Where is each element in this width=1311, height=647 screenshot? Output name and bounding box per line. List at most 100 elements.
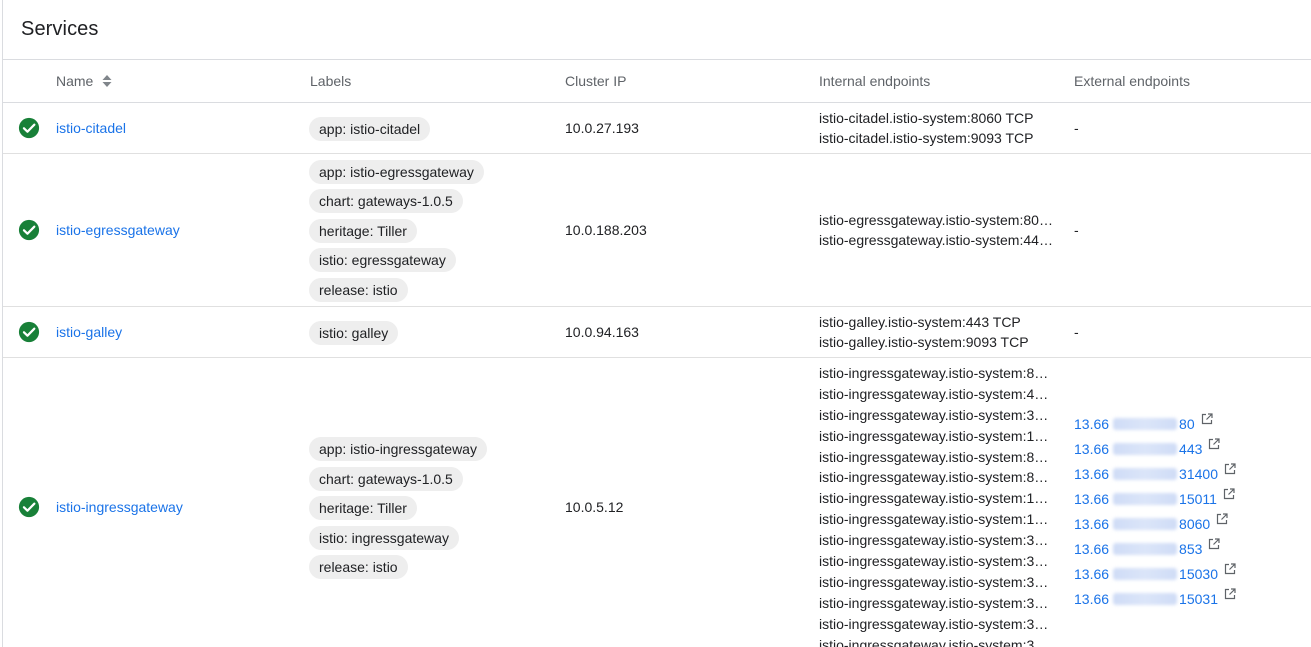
- internal-endpoint: istio-ingressgateway.istio-system:31853 …: [819, 636, 1056, 647]
- table-row: istio-citadel app: istio-citadel 10.0.27.1…: [3, 103, 1311, 154]
- open-in-new-icon[interactable]: [1208, 433, 1221, 458]
- external-endpoints-empty: -: [1074, 221, 1079, 238]
- column-header-cluster-ip: Cluster IP: [565, 73, 627, 89]
- column-header-name[interactable]: Name: [56, 73, 113, 91]
- internal-endpoint: istio-ingressgateway.istio-system:31060 …: [819, 615, 1056, 632]
- external-endpoint-port: 15011: [1179, 491, 1217, 507]
- internal-endpoint: istio-ingressgateway.istio-system:30011 …: [819, 594, 1056, 611]
- cluster-ip: 10.0.188.203: [565, 221, 647, 238]
- redacted-ip-segment: [1113, 593, 1178, 605]
- internal-endpoint: istio-ingressgateway.istio-system:15030 …: [819, 490, 1056, 507]
- external-endpoint-prefix: 13.66: [1074, 491, 1110, 507]
- external-endpoint-prefix: 13.66: [1074, 416, 1110, 432]
- cluster-ip: 10.0.27.193: [565, 119, 639, 136]
- table-row: istio-galley istio: galley 10.0.94.163 isti…: [3, 307, 1311, 358]
- external-endpoint-prefix: 13.66: [1074, 516, 1110, 532]
- table-row: istio-ingressgateway app: istio-ingressga…: [3, 358, 1311, 647]
- redacted-ip-segment: [1113, 543, 1178, 555]
- redacted-ip-segment: [1113, 418, 1178, 430]
- service-name-link[interactable]: istio-egressgateway: [56, 222, 180, 238]
- open-in-new-icon[interactable]: [1223, 483, 1235, 508]
- external-endpoint-port: 31400: [1179, 466, 1218, 482]
- redacted-ip-segment: [1113, 568, 1178, 580]
- column-header-labels: Labels: [310, 73, 352, 89]
- internal-endpoint: istio-citadel.istio-system:9093 TCP: [819, 130, 1034, 147]
- internal-endpoints-list: istio-galley.istio-system:443 TCP istio-g…: [819, 312, 1056, 354]
- external-endpoint-link[interactable]: 13.66 443: [1074, 433, 1236, 458]
- cluster-ip: 10.0.5.12: [565, 499, 624, 515]
- title-bar: Services: [3, 0, 1311, 60]
- external-endpoint-port: 853: [1179, 541, 1203, 557]
- internal-endpoints-list: istio-citadel.istio-system:8060 TCP istio…: [819, 108, 1056, 150]
- internal-endpoint: istio-ingressgateway.istio-system:31380 …: [819, 532, 1056, 549]
- service-name-link[interactable]: istio-citadel: [56, 120, 126, 136]
- internal-endpoint: istio-ingressgateway.istio-system:80 TCP: [819, 365, 1056, 381]
- services-card: Services Name Labels Cluster IP Internal…: [2, 0, 1311, 647]
- sort-icon[interactable]: [101, 74, 113, 91]
- internal-endpoint: istio-ingressgateway.istio-system:443 TC…: [819, 385, 1056, 402]
- external-endpoint-port: 443: [1179, 441, 1203, 457]
- internal-endpoints-list: istio-egressgateway.istio-system:80 TCP i…: [819, 210, 1056, 252]
- table-row: istio-egressgateway app: istio-egressgate…: [3, 154, 1311, 307]
- open-in-new-icon[interactable]: [1224, 458, 1236, 483]
- open-in-new-icon[interactable]: [1224, 583, 1236, 608]
- check-circle-icon: [18, 117, 40, 139]
- table-header: Name Labels Cluster IP Internal endpoint…: [3, 60, 1311, 103]
- external-endpoints-list: 13.66 80 13.66 443 13.66 31400 13.66 15011 13.66…: [1074, 408, 1236, 608]
- label-chip: istio: ingressgateway: [309, 525, 459, 550]
- external-endpoint-link[interactable]: 13.66 31400: [1074, 458, 1236, 483]
- page-title: Services: [21, 18, 99, 40]
- internal-endpoint: istio-egressgateway.istio-system:80 TCP: [819, 211, 1056, 228]
- external-endpoint-prefix: 13.66: [1074, 441, 1110, 457]
- internal-endpoint: istio-galley.istio-system:9093 TCP: [819, 334, 1029, 351]
- internal-endpoint: istio-egressgateway.istio-system:443 TCP: [819, 232, 1056, 249]
- external-endpoint-link[interactable]: 13.66 15031: [1074, 583, 1236, 608]
- redacted-ip-segment: [1113, 443, 1178, 455]
- external-endpoint-port: 8060: [1179, 516, 1211, 532]
- cluster-ip: 10.0.94.163: [565, 323, 639, 340]
- internal-endpoints-list: istio-ingressgateway.istio-system:80 TCP…: [819, 363, 1056, 647]
- internal-endpoint: istio-ingressgateway.istio-system:8060 T…: [819, 448, 1056, 465]
- external-endpoint-link[interactable]: 13.66 15011: [1074, 483, 1236, 508]
- internal-endpoint: istio-ingressgateway.istio-system:31400 …: [819, 406, 1056, 423]
- external-endpoint-prefix: 13.66: [1074, 591, 1110, 607]
- external-endpoint-prefix: 13.66: [1074, 466, 1110, 482]
- label-chip: chart: gateways-1.0.5: [309, 189, 463, 213]
- open-in-new-icon[interactable]: [1216, 508, 1228, 533]
- internal-endpoint: istio-galley.istio-system:443 TCP: [819, 313, 1021, 330]
- internal-endpoint: istio-ingressgateway.istio-system:15011 …: [819, 427, 1056, 444]
- label-chip: app: istio-ingressgateway: [309, 437, 487, 461]
- external-endpoint-link[interactable]: 13.66 80: [1074, 408, 1236, 433]
- internal-endpoint: istio-ingressgateway.istio-system:31390 …: [819, 553, 1056, 570]
- external-endpoint-port: 80: [1179, 416, 1195, 432]
- label-chip: heritage: Tiller: [309, 218, 417, 243]
- label-chip: app: istio-citadel: [309, 116, 431, 141]
- open-in-new-icon[interactable]: [1208, 533, 1221, 558]
- check-circle-icon: [18, 219, 40, 241]
- column-header-internal-endpoints: Internal endpoints: [819, 73, 931, 89]
- external-endpoint-link[interactable]: 13.66 8060: [1074, 508, 1236, 533]
- check-circle-icon: [18, 321, 40, 343]
- external-endpoint-link[interactable]: 13.66 15030: [1074, 558, 1236, 583]
- label-chip: istio: egressgateway: [309, 248, 456, 272]
- external-endpoint-link[interactable]: 13.66 853: [1074, 533, 1236, 558]
- service-name-link[interactable]: istio-galley: [56, 324, 122, 340]
- column-header-name-label: Name: [56, 73, 94, 89]
- redacted-ip-segment: [1113, 518, 1178, 530]
- external-endpoints-empty: -: [1074, 323, 1079, 340]
- open-in-new-icon[interactable]: [1201, 408, 1213, 433]
- labels-list: istio: galley: [309, 320, 399, 351]
- column-header-external-endpoints: External endpoints: [1074, 73, 1190, 89]
- labels-list: app: istio-ingressgateway chart: gateways…: [309, 437, 487, 585]
- internal-endpoint: istio-ingressgateway.istio-system:15031 …: [819, 511, 1056, 528]
- external-endpoint-port: 15030: [1179, 566, 1218, 582]
- label-chip: app: istio-egressgateway: [309, 159, 484, 184]
- label-chip: release: istio: [309, 555, 408, 579]
- service-name-link[interactable]: istio-ingressgateway: [56, 499, 183, 515]
- label-chip: heritage: Tiller: [309, 496, 417, 520]
- label-chip: istio: galley: [309, 320, 399, 345]
- open-in-new-icon[interactable]: [1224, 558, 1236, 583]
- internal-endpoint: istio-ingressgateway.istio-system:853 TC…: [819, 469, 1056, 486]
- external-endpoint-prefix: 13.66: [1074, 566, 1110, 582]
- external-endpoint-prefix: 13.66: [1074, 541, 1110, 557]
